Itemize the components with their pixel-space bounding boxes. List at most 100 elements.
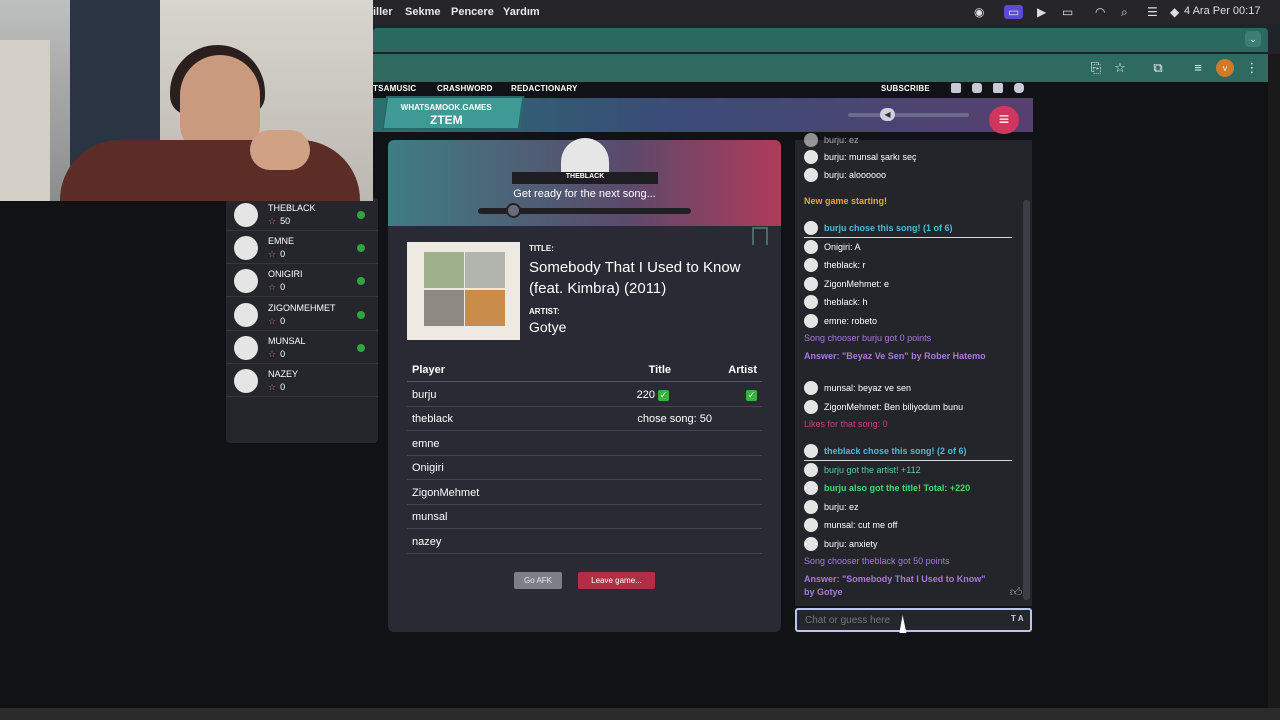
- avatar: [804, 518, 818, 532]
- table-row: ZigonMehmet: [407, 481, 762, 505]
- reading-list-icon[interactable]: ≡: [1189, 59, 1207, 77]
- check-icon: ✓: [658, 390, 669, 401]
- online-status-dot: [357, 277, 365, 285]
- player-row: EMNE ☆ 0: [226, 231, 378, 264]
- chat-message: ZigonMehmet: e: [804, 277, 889, 291]
- row-player: burju: [412, 389, 437, 401]
- site-logo[interactable]: WHATSAMOOK.GAMES ZTEM: [381, 96, 525, 130]
- avatar: [804, 314, 818, 328]
- menu-item-pencere[interactable]: Pencere: [451, 6, 494, 18]
- chat-message: burju: ez: [804, 500, 859, 514]
- tray-icon[interactable]: ◉: [974, 5, 984, 19]
- star-icon: ☆: [268, 316, 277, 326]
- row-artist-check: ✓: [746, 389, 757, 401]
- wifi-icon[interactable]: ◠: [1095, 5, 1105, 19]
- instagram-icon[interactable]: [972, 83, 982, 93]
- volume-slider[interactable]: [848, 113, 969, 117]
- online-status-dot: [357, 244, 365, 252]
- timer-icon: [506, 203, 521, 218]
- player-score: ☆ 0: [268, 249, 286, 259]
- hamburger-menu-button[interactable]: ≡: [989, 106, 1019, 134]
- menu-item-yardim[interactable]: Yardım: [503, 6, 540, 18]
- translate-toggle[interactable]: T A: [1011, 614, 1024, 623]
- menu-item-iller[interactable]: iller: [373, 6, 393, 18]
- control-center-icon[interactable]: ☰: [1147, 5, 1158, 19]
- logo-line-1: WHATSAMOOK.GAMES: [400, 103, 492, 112]
- title-column-header: Title: [648, 364, 671, 376]
- nav-link-whatsamusic[interactable]: TSAMUSIC: [373, 84, 416, 93]
- chat-input[interactable]: [795, 608, 1032, 632]
- nav-link-crashword[interactable]: CRASHWORD: [437, 84, 493, 93]
- siri-icon[interactable]: ◆: [1170, 5, 1179, 19]
- dock-edge: [0, 708, 1280, 720]
- bookmark-icon[interactable]: [752, 227, 768, 245]
- player-score: ☆ 0: [268, 282, 286, 292]
- volume-speaker-icon[interactable]: ◀: [880, 108, 895, 121]
- player-name: MUNSAL: [268, 336, 306, 346]
- menu-item-sekme[interactable]: Sekme: [405, 6, 440, 18]
- player-score: ☆ 50: [268, 216, 291, 226]
- chat-message: emne: robeto: [804, 314, 877, 328]
- row-player: munsal: [412, 511, 448, 523]
- chat-message: burju: ez: [804, 133, 859, 147]
- tiktok-icon[interactable]: [993, 83, 1003, 93]
- leave-game-button[interactable]: Leave game...: [578, 572, 655, 589]
- chat-system-message: Song chooser theblack got 50 points: [804, 556, 950, 566]
- table-row: munsal: [407, 505, 762, 529]
- tab-list-chevron-icon[interactable]: ⌄: [1245, 31, 1261, 47]
- player-name: ZIGONMEHMET: [268, 303, 336, 313]
- row-player: Onigiri: [412, 462, 444, 474]
- online-status-dot: [357, 344, 365, 352]
- check-icon: ✓: [746, 390, 757, 401]
- chat-score-message: burju got the artist! +112: [804, 463, 921, 477]
- menubar-datetime[interactable]: 4 Ara Per 00:17: [1184, 5, 1260, 17]
- avatar: [234, 236, 258, 260]
- avatar: [804, 295, 818, 309]
- browser-tab-strip: [373, 28, 1268, 52]
- avatar: [804, 381, 818, 395]
- chat-answer-message: Answer: "Somebody That I Used to Know" b…: [804, 574, 986, 597]
- results-table-header: Player Title Artist: [407, 358, 762, 382]
- avatar: [804, 240, 818, 254]
- song-title: Somebody That I Used to Know (feat. Kimb…: [529, 259, 741, 297]
- chat-answer-message: Answer: "Beyaz Ve Sen" by Rober Hatemo: [804, 351, 986, 361]
- star-icon: ☆: [268, 349, 277, 359]
- player-score: ☆ 0: [268, 349, 286, 359]
- row-title-score: 220 ✓: [636, 389, 669, 401]
- screen-record-icon[interactable]: ▭: [1004, 5, 1024, 19]
- extensions-icon[interactable]: ⧉: [1149, 59, 1167, 77]
- avatar: [804, 133, 818, 147]
- player-name: ONIGIRI: [268, 269, 303, 279]
- browser-menu-icon[interactable]: ⋮: [1243, 59, 1261, 77]
- chat-message: burju: anxiety: [804, 537, 878, 551]
- star-icon: ☆: [268, 216, 277, 226]
- title-label: TITLE:: [529, 244, 554, 253]
- twitter-icon[interactable]: [951, 83, 961, 93]
- bookmark-star-icon[interactable]: ☆: [1111, 59, 1129, 77]
- song-artist: Gotye: [529, 319, 567, 335]
- battery-icon[interactable]: ▭: [1062, 5, 1073, 19]
- chooser-name: THEBLACK: [565, 173, 605, 180]
- logo-line-2: ZTEM: [430, 113, 463, 127]
- play-icon[interactable]: ▶: [1037, 5, 1046, 19]
- player-column-header: Player: [412, 364, 446, 376]
- profile-avatar[interactable]: v: [1216, 59, 1234, 77]
- chat-message: burju: aloooooo: [804, 168, 886, 182]
- chat-scrollbar[interactable]: [1023, 200, 1030, 600]
- go-afk-button[interactable]: Go AFK: [514, 572, 562, 589]
- next-song-status: Get ready for the next song...: [513, 188, 656, 200]
- player-name: NAZEY: [268, 369, 299, 379]
- player-row: THEBLACK ☆ 50: [226, 198, 378, 231]
- player-name: THEBLACK: [268, 203, 316, 213]
- album-art: [407, 242, 520, 340]
- online-status-dot: [357, 211, 365, 219]
- discord-icon[interactable]: [1014, 83, 1024, 93]
- spotlight-search-icon[interactable]: ⌕: [1121, 5, 1128, 20]
- translate-icon[interactable]: ⎘: [1087, 59, 1105, 77]
- nav-link-redactionary[interactable]: REDACTIONARY: [511, 84, 578, 93]
- player-row: NAZEY ☆ 0: [226, 364, 378, 397]
- subscribe-link[interactable]: SUBSCRIBE: [881, 84, 930, 93]
- star-icon: ☆: [268, 382, 277, 392]
- online-status-dot: [357, 311, 365, 319]
- thumbs-up-icon[interactable]: 👍︎: [1007, 585, 1025, 603]
